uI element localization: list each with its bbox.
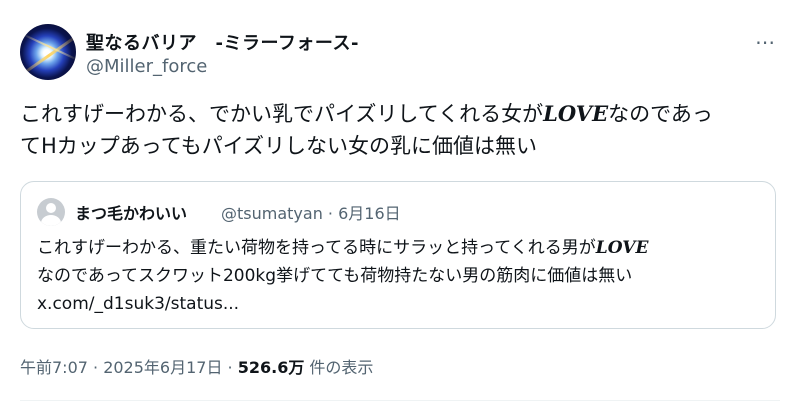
quoted-link[interactable]: x.com/_d1suk3/status... — [37, 290, 765, 318]
tweet-line-2: てHカップあってもパイズリしない女の乳に価値は無い — [20, 134, 538, 158]
quoted-love-word: LOVE — [595, 238, 649, 258]
more-options-icon[interactable]: ⋯ — [755, 30, 776, 54]
tweet-line-1-start: これすげーわかる、でかい乳でパイズリしてくれる女が — [20, 102, 544, 126]
author-handle[interactable]: @Miller_force — [86, 56, 207, 77]
quoted-line-2: なのであってスクワット200kg挙げてても荷物持たない男の筋肉に価値は無い — [37, 266, 633, 286]
quoted-tweet-text: これすげーわかる、重たい荷物を持ってる時にサラッと持ってくれる男がLOVE なの… — [37, 234, 765, 318]
quoted-line-1-start: これすげーわかる、重たい荷物を持ってる時にサラッと持ってくれる男が — [37, 238, 596, 258]
tweet-text: これすげーわかる、でかい乳でパイズリしてくれる女がLOVEなのであっ てHカップ… — [20, 98, 780, 162]
quoted-author-meta[interactable]: @tsumatyan · 6月16日 — [221, 200, 401, 224]
tweet-timestamp[interactable]: 午前7:07 · 2025年6月17日 · — [20, 358, 238, 377]
default-avatar-body — [41, 215, 61, 226]
quoted-line-1: これすげーわかる、重たい荷物を持ってる時にサラッと持ってくれる男がLOVE — [37, 234, 765, 262]
tweet-header: 聖なるバリア -ミラーフォース- @Miller_force ⋯ — [20, 24, 780, 84]
tweet-love-word: LOVE — [543, 101, 609, 126]
author-avatar[interactable] — [20, 24, 76, 80]
default-avatar-head — [46, 203, 56, 213]
views-count[interactable]: 526.6万 — [238, 358, 305, 377]
tweet-footer: 午前7:07 · 2025年6月17日 · 526.6万 件の表示 — [20, 354, 373, 378]
quoted-author-avatar[interactable] — [37, 198, 65, 226]
tweet-line-1: これすげーわかる、でかい乳でパイズリしてくれる女がLOVEなのであっ — [20, 98, 780, 130]
views-label: 件の表示 — [304, 358, 374, 377]
quoted-tweet-card[interactable]: まつ毛かわいい @tsumatyan · 6月16日 これすげーわかる、重たい荷… — [20, 181, 776, 329]
footer-divider — [20, 400, 780, 401]
quoted-author-name[interactable]: まつ毛かわいい — [75, 200, 187, 224]
tweet-line-1-end: なのであっ — [608, 102, 713, 126]
author-display-name[interactable]: 聖なるバリア -ミラーフォース- — [86, 29, 359, 55]
